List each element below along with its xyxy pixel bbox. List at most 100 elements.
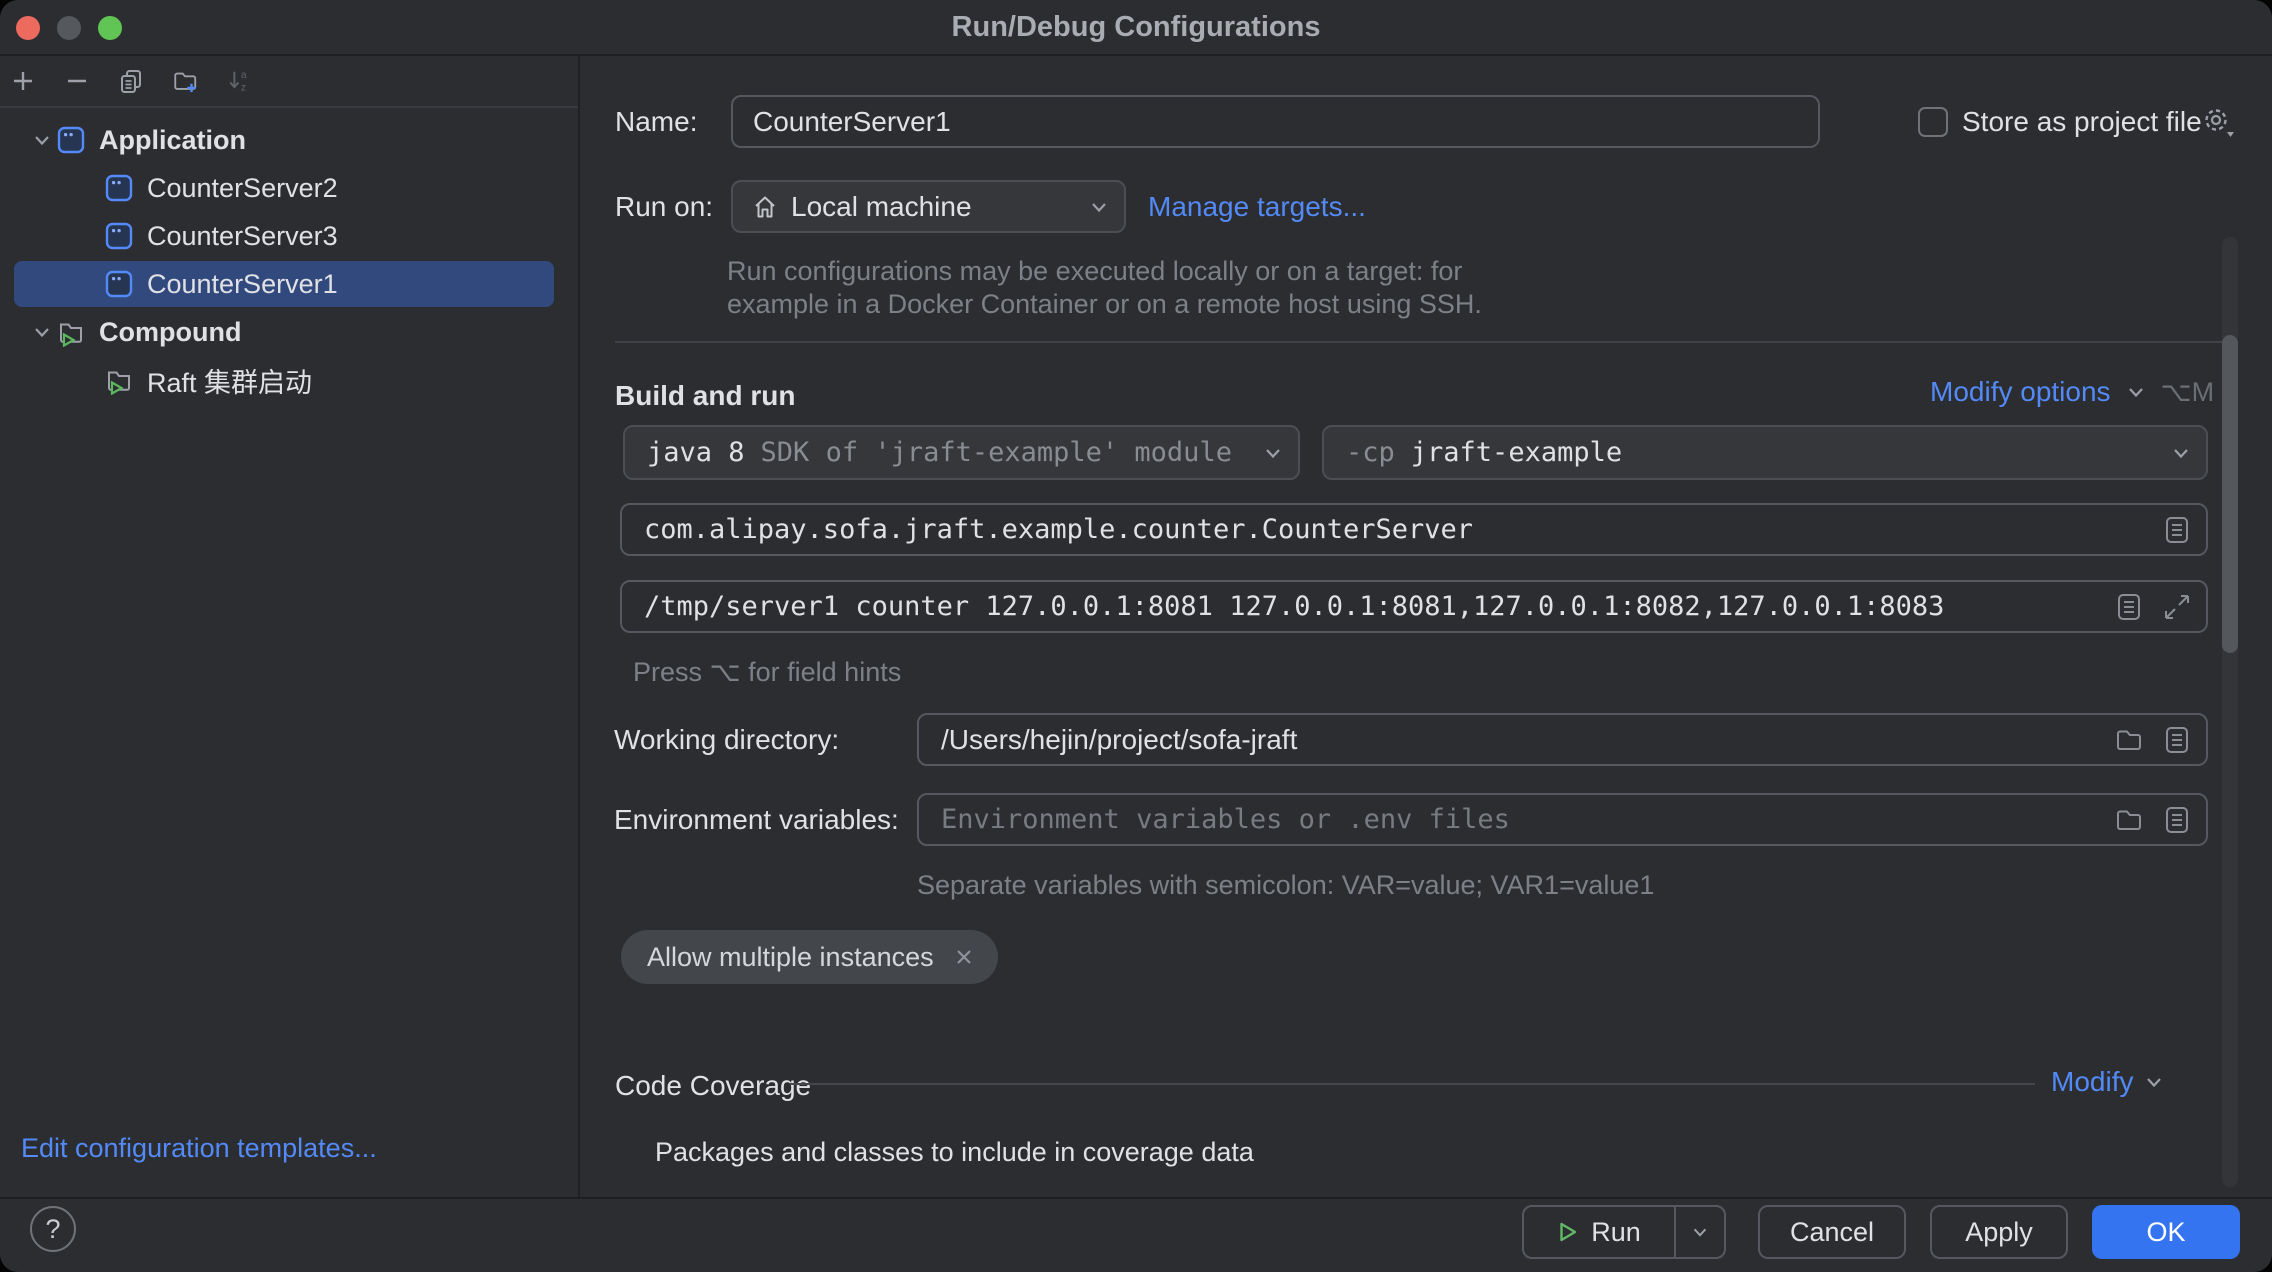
modify-options-link[interactable]: Modify options xyxy=(1930,376,2111,408)
chevron-down-icon xyxy=(2125,381,2147,403)
tree-row-raft[interactable]: Raft 集群启动 xyxy=(0,356,578,404)
environment-variables-label: Environment variables: xyxy=(614,793,899,846)
cp-prefix: -cp xyxy=(1324,437,1395,468)
edit-configuration-templates-link[interactable]: Edit configuration templates... xyxy=(21,1133,377,1164)
new-folder-icon[interactable] xyxy=(172,68,198,94)
chevron-down-icon xyxy=(2170,442,2206,464)
run-debug-configurations-dialog: Run/Debug Configurations a xyxy=(0,0,2272,1272)
svg-text:z: z xyxy=(241,82,246,93)
tree-row-compound[interactable]: Compound xyxy=(0,308,578,356)
modify-options-control[interactable]: Modify options ⌥M xyxy=(1930,376,2214,408)
code-coverage-title: Code Coverage xyxy=(615,1070,811,1102)
application-icon xyxy=(56,125,86,155)
chevron-down-icon[interactable] xyxy=(28,129,56,151)
working-directory-input[interactable]: /Users/hejin/project/sofa-jraft xyxy=(917,713,2208,766)
close-icon[interactable] xyxy=(954,947,974,967)
store-as-project-file-checkbox[interactable] xyxy=(1918,107,1948,137)
run-button[interactable]: Run xyxy=(1524,1217,1674,1248)
sort-configurations-icon: a z xyxy=(226,68,252,94)
browse-folder-icon[interactable] xyxy=(2114,725,2144,755)
browse-folder-icon[interactable] xyxy=(2114,805,2144,835)
name-input[interactable]: CounterServer1 xyxy=(731,95,1820,148)
tree-row-application[interactable]: Application xyxy=(0,116,578,164)
classpath-combobox[interactable]: -cp jraft-example xyxy=(1322,425,2208,480)
main-class-input[interactable]: com.alipay.sofa.jraft.example.counter.Co… xyxy=(620,503,2208,556)
run-split-button[interactable]: Run xyxy=(1522,1205,1726,1259)
main-class-value: com.alipay.sofa.jraft.example.counter.Co… xyxy=(622,514,1473,545)
program-arguments-value: /tmp/server1 counter 127.0.0.1:8081 127.… xyxy=(622,591,1944,622)
help-question-mark: ? xyxy=(45,1214,60,1245)
chevron-down-icon xyxy=(2143,1071,2165,1093)
run-on-combobox[interactable]: Local machine xyxy=(731,180,1126,233)
run-on-hint-line1: Run configurations may be executed local… xyxy=(727,255,1482,288)
list-options-icon[interactable] xyxy=(2162,515,2192,545)
cancel-button[interactable]: Cancel xyxy=(1758,1205,1906,1259)
configurations-tree: Application CounterServer2 CounterServer… xyxy=(0,116,578,404)
tree-label: CounterServer1 xyxy=(147,269,338,300)
code-coverage-modify-link[interactable]: Modify xyxy=(2051,1066,2133,1098)
environment-variables-hint: Separate variables with semicolon: VAR=v… xyxy=(917,870,1654,901)
list-options-icon[interactable] xyxy=(2114,592,2144,622)
ok-button[interactable]: OK xyxy=(2092,1205,2240,1259)
svg-text:a: a xyxy=(241,70,247,81)
tree-row-counterserver1-selected[interactable]: CounterServer1 xyxy=(0,260,578,308)
allow-multiple-instances-chip[interactable]: Allow multiple instances xyxy=(621,930,998,984)
jdk-combobox[interactable]: java 8 SDK of 'jraft-example' module xyxy=(623,425,1300,480)
run-button-label: Run xyxy=(1591,1217,1641,1248)
title-bar: Run/Debug Configurations xyxy=(0,0,2272,56)
field-hints-hint: Press ⌥ for field hints xyxy=(633,657,901,688)
chevron-down-icon xyxy=(1690,1222,1710,1242)
help-button[interactable]: ? xyxy=(30,1206,76,1252)
program-arguments-input[interactable]: /tmp/server1 counter 127.0.0.1:8081 127.… xyxy=(620,580,2208,633)
chevron-down-icon[interactable] xyxy=(28,321,56,343)
window-title: Run/Debug Configurations xyxy=(0,0,2272,54)
run-on-hint: Run configurations may be executed local… xyxy=(727,255,1482,321)
chip-label: Allow multiple instances xyxy=(647,942,934,973)
cp-value: jraft-example xyxy=(1395,437,1622,468)
modify-options-shortcut: ⌥M xyxy=(2161,377,2215,408)
tree-label: CounterServer3 xyxy=(147,221,338,252)
environment-variables-placeholder: Environment variables or .env files xyxy=(919,804,1510,835)
apply-button[interactable]: Apply xyxy=(1930,1205,2068,1259)
run-on-hint-line2: example in a Docker Container or on a re… xyxy=(727,288,1482,321)
copy-configuration-icon[interactable] xyxy=(118,68,144,94)
add-configuration-icon[interactable] xyxy=(10,68,36,94)
expand-field-icon[interactable] xyxy=(2162,592,2192,622)
cancel-button-label: Cancel xyxy=(1790,1217,1874,1248)
compound-icon xyxy=(56,317,86,347)
tree-row-counterserver2[interactable]: CounterServer2 xyxy=(0,164,578,212)
apply-button-label: Apply xyxy=(1965,1217,2033,1248)
code-coverage-subtitle: Packages and classes to include in cover… xyxy=(655,1137,1254,1168)
store-settings-gear-icon[interactable] xyxy=(2200,104,2236,145)
chevron-down-icon xyxy=(1262,442,1298,464)
list-options-icon[interactable] xyxy=(2162,805,2192,835)
code-coverage-separator xyxy=(790,1083,2035,1085)
run-play-icon xyxy=(1557,1221,1579,1243)
sidebar-toolbar: a z xyxy=(0,56,578,106)
run-on-label: Run on: xyxy=(615,180,713,233)
remove-configuration-icon[interactable] xyxy=(64,68,90,94)
sidebar-toolbar-separator xyxy=(0,106,578,108)
ok-button-label: OK xyxy=(2146,1217,2185,1248)
code-coverage-modify-control[interactable]: Modify xyxy=(2051,1066,2165,1098)
build-and-run-title: Build and run xyxy=(615,380,795,412)
tree-label: Application xyxy=(99,125,246,156)
working-directory-value: /Users/hejin/project/sofa-jraft xyxy=(919,724,1297,756)
scrollbar-thumb[interactable] xyxy=(2222,335,2238,653)
manage-targets-link[interactable]: Manage targets... xyxy=(1148,180,1366,233)
tree-row-counterserver3[interactable]: CounterServer3 xyxy=(0,212,578,260)
list-options-icon[interactable] xyxy=(2162,725,2192,755)
jdk-value: java 8 xyxy=(625,437,745,468)
working-directory-label: Working directory: xyxy=(614,713,839,766)
environment-variables-input[interactable]: Environment variables or .env files xyxy=(917,793,2208,846)
application-icon xyxy=(104,221,134,251)
name-label: Name: xyxy=(615,95,697,148)
jdk-suffix: SDK of 'jraft-example' module xyxy=(745,437,1232,468)
run-options-chevron[interactable] xyxy=(1676,1222,1724,1242)
run-on-value: Local machine xyxy=(791,191,972,223)
tree-label: CounterServer2 xyxy=(147,173,338,204)
application-icon xyxy=(104,269,134,299)
section-separator xyxy=(615,341,2238,343)
tree-label: Compound xyxy=(99,317,241,348)
store-as-project-file-label: Store as project file xyxy=(1962,95,2202,148)
